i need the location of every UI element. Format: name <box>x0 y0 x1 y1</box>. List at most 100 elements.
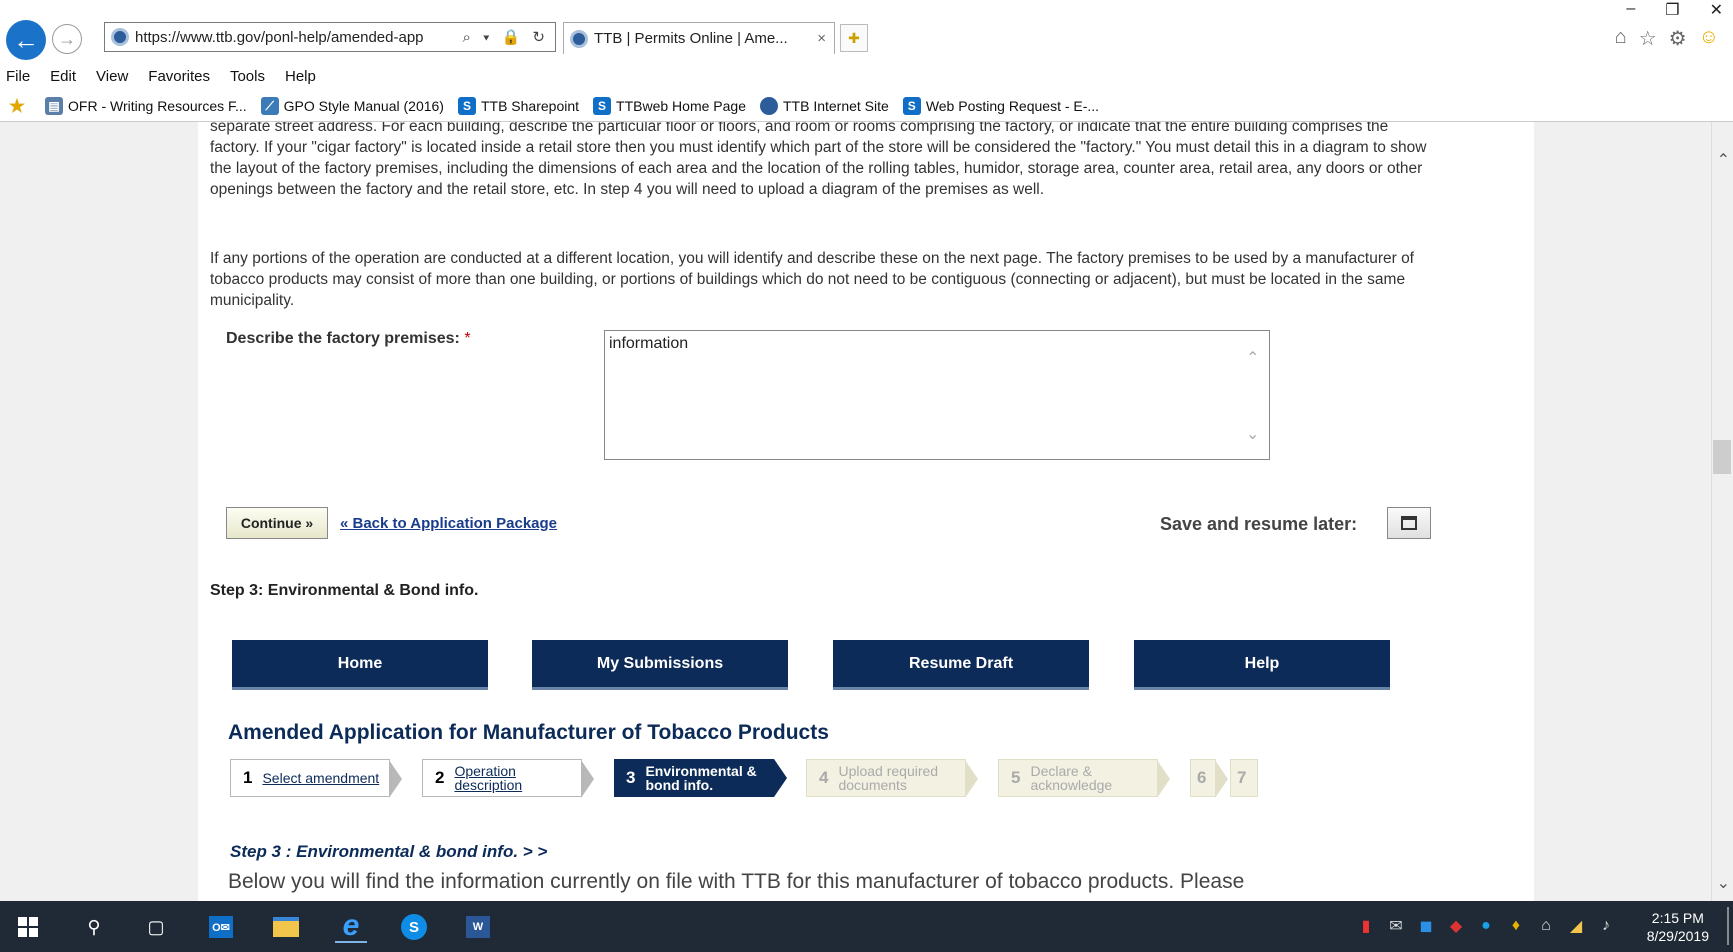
skype-app-icon[interactable]: S <box>398 911 430 943</box>
other-locations-instructions: If any portions of the operation are con… <box>210 250 1414 309</box>
favorite-ofr[interactable]: ▤ OFR - Writing Resources F... <box>45 96 247 115</box>
sharepoint-icon: S <box>902 96 921 115</box>
outlook-tray-icon[interactable]: ◼ <box>1416 916 1436 936</box>
forward-arrow-icon[interactable]: → <box>52 24 82 54</box>
home-icon[interactable]: ⌂ <box>1615 26 1627 51</box>
volume-tray-icon[interactable]: ♪ <box>1596 916 1616 936</box>
address-tools-icons[interactable]: ⌕ ▾ 🔒 ↻ <box>463 28 555 46</box>
describe-label-text: Describe the factory premises: <box>226 330 460 347</box>
step-number: 2 <box>435 768 445 787</box>
favorite-web-posting[interactable]: S Web Posting Request - E-... <box>902 96 1100 115</box>
address-bar[interactable]: https://www.ttb.gov/ponl-help/amended-ap… <box>104 22 556 52</box>
wizard-step-3: 3 Environmental & bond info. <box>614 759 787 797</box>
close-window-icon[interactable]: ✕ <box>1710 0 1723 19</box>
address-url[interactable]: https://www.ttb.gov/ponl-help/amended-ap… <box>135 29 463 46</box>
skype-tray-icon[interactable]: ● <box>1476 916 1496 936</box>
file-explorer-icon[interactable] <box>270 911 302 943</box>
step-arrow <box>389 760 402 798</box>
menu-bar: File Edit View Favorites Tools Help <box>0 62 1733 90</box>
step-label: Select amendment <box>262 770 380 786</box>
step-arrow <box>1215 760 1228 798</box>
page-content: separate street address. For each buildi… <box>198 122 1534 901</box>
step-label: Environmental & bond info. <box>645 763 757 793</box>
network-tray-icon[interactable]: ◢ <box>1566 916 1586 936</box>
internet-explorer-icon[interactable]: e <box>335 909 367 943</box>
favorites-add-icon[interactable]: ★ <box>8 97 31 115</box>
step-subheading: Step 3 : Environmental & bond info. > > <box>230 842 548 861</box>
settings-gear-icon[interactable]: ⚙ <box>1669 26 1687 51</box>
favorite-ttb-internet[interactable]: TTB Internet Site <box>759 96 889 115</box>
step-number: 5 <box>1011 768 1021 787</box>
favorite-label: Web Posting Request - E-... <box>925 97 1100 114</box>
tab-favicon-icon <box>570 29 588 48</box>
required-mark: * <box>464 330 471 347</box>
scrollbar-thumb[interactable] <box>1713 440 1731 474</box>
usb-tray-icon[interactable]: ⌂ <box>1536 916 1556 936</box>
menu-file[interactable]: File <box>6 68 30 85</box>
windows-logo-icon <box>18 917 38 937</box>
outlook-app-icon[interactable]: O✉ <box>205 911 237 943</box>
nav-help[interactable]: Help <box>1134 640 1390 690</box>
system-tray: ▮ ✉ ◼ ◆ ● ♦ ⌂ ◢ ♪ <box>1356 916 1616 936</box>
textarea-scroll-down-icon[interactable]: ⌄ <box>1246 424 1259 444</box>
sync-tray-icon[interactable]: ♦ <box>1506 916 1526 936</box>
menu-view[interactable]: View <box>96 68 128 85</box>
save-resume-button[interactable] <box>1387 507 1431 539</box>
nav-resume-draft[interactable]: Resume Draft <box>833 640 1089 690</box>
continue-button[interactable]: Continue » <box>226 507 328 539</box>
step-arrow <box>581 760 594 798</box>
favorite-label: TTB Sharepoint <box>480 97 580 114</box>
sharepoint-icon: S <box>457 96 476 115</box>
favorite-ttbweb-home[interactable]: S TTBweb Home Page <box>593 96 746 115</box>
premises-instructions: separate street address. For each buildi… <box>210 122 1427 198</box>
system-clock[interactable]: 2:15 PM 8/29/2019 <box>1647 909 1709 945</box>
wizard-step-1[interactable]: 1 Select amendment <box>230 759 402 798</box>
site-favicon-icon <box>111 28 129 46</box>
mcafee-tray-icon[interactable]: ◆ <box>1446 916 1466 936</box>
start-button[interactable] <box>12 911 44 943</box>
scroll-down-icon[interactable]: ⌄ <box>1717 873 1730 893</box>
wizard-step-2[interactable]: 2 Operation description <box>422 759 594 798</box>
tab-close-icon[interactable]: × <box>817 30 834 47</box>
ofr-icon: ▤ <box>45 96 63 115</box>
favorite-ttb-sharepoint[interactable]: S TTB Sharepoint <box>457 96 580 115</box>
step-heading: Step 3: Environmental & Bond info. <box>210 582 479 599</box>
favorite-label: TTB Internet Site <box>782 97 889 114</box>
outlook-icon: O✉ <box>209 916 233 938</box>
favorites-bar: ★ ▤ OFR - Writing Resources F... ⟋ GPO Sty… <box>0 90 1733 122</box>
show-desktop-button[interactable] <box>1727 907 1729 945</box>
textarea-scroll-up-icon[interactable]: ⌃ <box>1246 348 1259 368</box>
page-scrollbar[interactable]: ⌃ ⌄ <box>1711 122 1733 901</box>
search-icon[interactable]: ⚲ <box>78 911 110 943</box>
new-tab-button[interactable]: ✚ <box>840 24 868 52</box>
menu-edit[interactable]: Edit <box>50 68 76 85</box>
minimize-icon[interactable]: – <box>1626 0 1635 18</box>
restore-icon[interactable]: ❐ <box>1665 0 1679 19</box>
back-arrow-icon[interactable]: ← <box>6 20 46 60</box>
feedback-smiley-icon[interactable]: ☺ <box>1699 26 1719 51</box>
step-arrow <box>774 759 787 797</box>
step-number: 3 <box>626 768 636 787</box>
step-number: 1 <box>243 768 253 787</box>
menu-help[interactable]: Help <box>285 68 316 85</box>
describe-premises-textarea[interactable] <box>604 330 1270 460</box>
task-view-icon[interactable]: ▢ <box>140 911 172 943</box>
menu-favorites[interactable]: Favorites <box>148 68 210 85</box>
favorite-gpo[interactable]: ⟋ GPO Style Manual (2016) <box>260 96 444 115</box>
gpo-icon: ⟋ <box>260 96 279 115</box>
mail-tray-icon[interactable]: ✉ <box>1386 916 1406 936</box>
menu-tools[interactable]: Tools <box>230 68 265 85</box>
nav-my-submissions[interactable]: My Submissions <box>532 640 788 690</box>
star-plus-icon: ★ <box>8 95 26 116</box>
nav-home[interactable]: Home <box>232 640 488 690</box>
wizard-step-5: 5 Declare & acknowledge <box>998 759 1170 798</box>
tab-title: TTB | Permits Online | Ame... <box>594 30 788 47</box>
browser-tab[interactable]: TTB | Permits Online | Ame... × <box>563 22 835 54</box>
step-arrow <box>965 760 978 798</box>
scroll-up-icon[interactable]: ⌃ <box>1717 150 1730 170</box>
favorites-star-icon[interactable]: ☆ <box>1639 26 1657 51</box>
back-to-application-link[interactable]: « Back to Application Package <box>340 515 557 532</box>
wizard-step-4: 4 Upload required documents <box>806 759 978 798</box>
security-tray-icon[interactable]: ▮ <box>1356 916 1376 936</box>
word-app-icon[interactable]: W <box>462 911 494 943</box>
